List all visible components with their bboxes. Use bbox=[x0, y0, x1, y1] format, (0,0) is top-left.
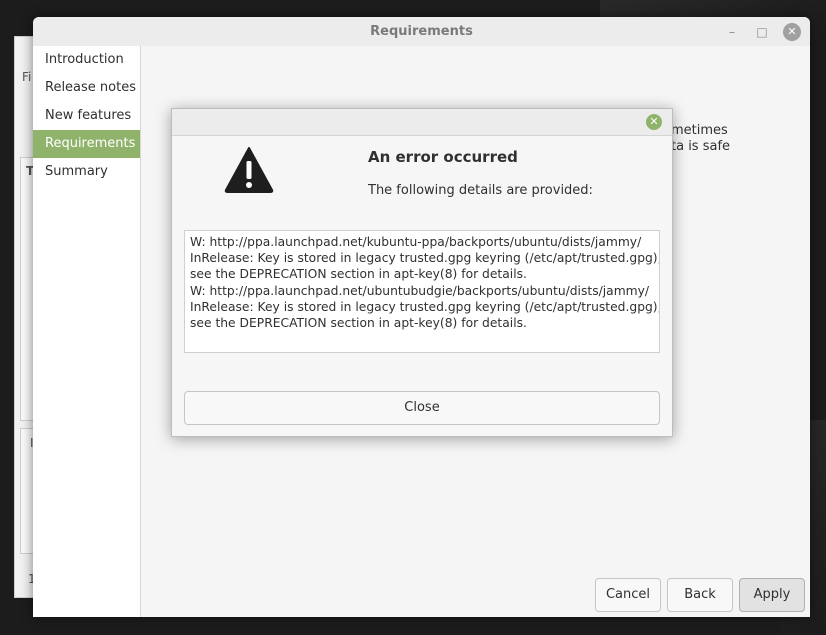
dialog-close-icon[interactable]: ✕ bbox=[646, 114, 662, 130]
cancel-button[interactable]: Cancel bbox=[595, 578, 661, 612]
back-button[interactable]: Back bbox=[667, 578, 733, 612]
dialog-subheading: The following details are provided: bbox=[368, 183, 593, 198]
content-text: metimes bbox=[671, 123, 728, 138]
dialog-titlebar[interactable]: ✕ bbox=[172, 109, 672, 136]
close-icon[interactable]: ✕ bbox=[783, 23, 801, 41]
dialog-heading: An error occurred bbox=[368, 148, 518, 166]
error-details-textview[interactable]: W: http://ppa.launchpad.net/kubuntu-ppa/… bbox=[184, 230, 660, 353]
maximize-icon[interactable]: □ bbox=[753, 23, 771, 41]
sidebar-item-introduction[interactable]: Introduction bbox=[33, 46, 140, 74]
sidebar-item-requirements[interactable]: Requirements bbox=[33, 130, 140, 158]
sidebar: Introduction Release notes New features … bbox=[33, 46, 141, 617]
sidebar-item-summary[interactable]: Summary bbox=[33, 158, 140, 186]
background-window-text: Fi bbox=[22, 70, 32, 84]
sidebar-item-release-notes[interactable]: Release notes bbox=[33, 74, 140, 102]
sidebar-item-new-features[interactable]: New features bbox=[33, 102, 140, 130]
window-titlebar[interactable]: Requirements – □ ✕ bbox=[33, 17, 810, 47]
apply-button[interactable]: Apply bbox=[739, 578, 805, 612]
content-text: ta is safe bbox=[671, 139, 731, 154]
close-button[interactable]: Close bbox=[184, 391, 660, 425]
warning-icon bbox=[224, 147, 274, 193]
error-dialog: ✕ An error occurred The following detail… bbox=[171, 108, 673, 437]
window-title: Requirements bbox=[370, 24, 473, 39]
minimize-icon[interactable]: – bbox=[723, 23, 741, 41]
